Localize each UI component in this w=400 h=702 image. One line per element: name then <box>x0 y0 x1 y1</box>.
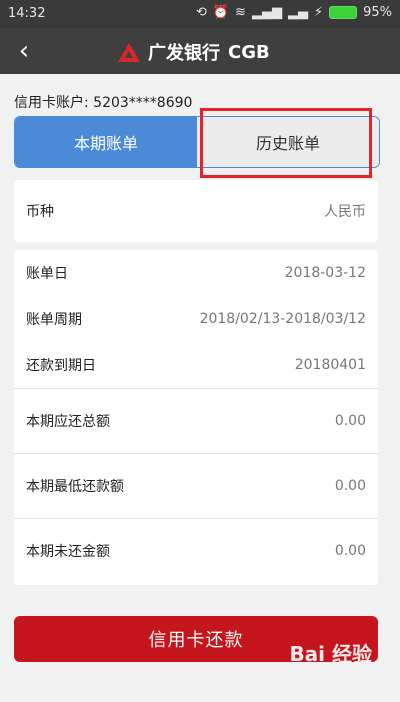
account-label: 信用卡账户: <box>14 95 89 111</box>
currency-row: 币种 人民币 <box>14 180 378 242</box>
detail-label: 还款到期日 <box>26 358 96 374</box>
detail-label: 账单周期 <box>26 312 82 328</box>
chevron-left-icon[interactable]: ‹ <box>8 35 40 67</box>
cgb-logo-icon <box>118 42 140 62</box>
detail-row: 还款到期日 20180401 <box>14 342 378 388</box>
nav-bar: ‹ 广发银行 CGB <box>0 28 400 74</box>
tab-current-bill[interactable]: 本期账单 <box>15 117 197 167</box>
sync-icon: ⟲ <box>195 5 207 20</box>
status-bar: 14:32 ⟲ ⏰ ≋ ▂▄▆ ▂▄ ⚡ 95% <box>0 0 400 28</box>
status-time: 14:32 <box>8 6 46 21</box>
brand-name-en: CGB <box>228 41 270 63</box>
detail-row: 账单日 2018-03-12 <box>14 250 378 296</box>
battery-level: 95% <box>363 5 392 20</box>
amount-row: 本期未还金额 0.00 <box>14 519 378 583</box>
account-number: 5203****8690 <box>93 95 193 111</box>
account-line: 信用卡账户: 5203****8690 <box>14 92 192 112</box>
currency-label: 币种 <box>26 204 54 220</box>
amount-label: 本期未还金额 <box>26 544 110 560</box>
amount-row: 本期应还总额 0.00 <box>14 389 378 453</box>
charging-icon: ⚡ <box>313 5 324 20</box>
detail-row: 账单周期 2018/02/13-2018/03/12 <box>14 296 378 342</box>
highlight-box <box>200 108 372 178</box>
watermark: Bai 经验 <box>289 638 372 667</box>
watermark-text: Bai 经验 <box>289 642 372 666</box>
currency-card: 币种 人民币 <box>14 180 378 242</box>
amount-value: 0.00 <box>334 413 366 429</box>
amount-value: 0.00 <box>334 543 366 559</box>
amount-label: 本期应还总额 <box>26 414 110 430</box>
signal-icon: ▂▄▆ <box>251 5 282 20</box>
status-icons: ⟲ ⏰ ≋ ▂▄▆ ▂▄ ⚡ 95% <box>196 5 392 20</box>
signal-icon-2: ▂▄ <box>287 5 308 20</box>
wifi-icon: ≋ <box>235 5 246 20</box>
amount-label: 本期最低还款额 <box>26 479 124 495</box>
amount-row: 本期最低还款额 0.00 <box>14 454 378 518</box>
bill-details-card: 账单日 2018-03-12 账单周期 2018/02/13-2018/03/1… <box>14 250 378 585</box>
battery-icon <box>329 6 358 19</box>
detail-value: 2018-03-12 <box>284 265 366 281</box>
currency-value: 人民币 <box>324 204 366 220</box>
detail-value: 2018/02/13-2018/03/12 <box>199 311 366 327</box>
alarm-icon: ⏰ <box>212 5 230 20</box>
brand-name: 广发银行 <box>148 43 220 64</box>
detail-label: 账单日 <box>26 266 68 282</box>
amount-value: 0.00 <box>334 478 366 494</box>
detail-value: 20180401 <box>294 357 366 373</box>
bank-logo: 广发银行 CGB <box>118 39 270 65</box>
